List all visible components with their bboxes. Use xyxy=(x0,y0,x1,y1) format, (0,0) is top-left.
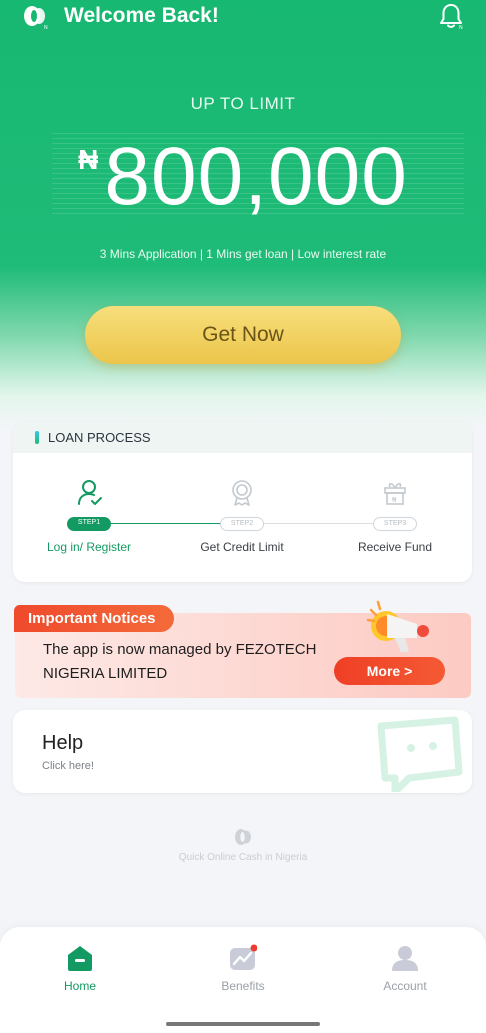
bottom-navigation: Home Benefits Account xyxy=(0,927,486,1033)
home-icon xyxy=(68,946,92,971)
nav-benefits[interactable]: Benefits xyxy=(193,944,293,993)
loan-process-title: LOAN PROCESS xyxy=(48,430,151,445)
nav-account-label: Account xyxy=(383,979,427,993)
bell-icon[interactable]: N xyxy=(438,2,464,30)
svg-text:₦: ₦ xyxy=(392,496,397,504)
loan-process-header: LOAN PROCESS xyxy=(13,422,472,453)
gift-icon: ₦ xyxy=(384,482,406,505)
notice-tag: Important Notices xyxy=(14,605,174,632)
megaphone-icon xyxy=(366,600,429,652)
step-connector-2 xyxy=(263,523,373,524)
nav-benefits-label: Benefits xyxy=(221,979,265,993)
user-icon xyxy=(392,946,418,971)
step-pill-3: STEP3 xyxy=(373,517,417,531)
notice-text: The app is now managed by FEZOTECH NIGER… xyxy=(43,641,317,682)
limit-amount: ₦800,000 xyxy=(0,130,486,224)
welcome-title: Welcome Back! xyxy=(64,4,219,27)
footer-tagline: Quick Online Cash in Nigeria xyxy=(178,852,308,863)
loan-process-card: LOAN PROCESS ₦ STEP1 STEP2 STEP3 Log in/… xyxy=(13,422,472,582)
title-accent-bar xyxy=(35,431,39,444)
more-button[interactable]: More > xyxy=(334,657,445,685)
footer-logo-icon xyxy=(235,829,251,845)
app-header: N Welcome Back! N xyxy=(0,0,486,34)
home-indicator xyxy=(166,1022,320,1026)
help-title: Help xyxy=(42,732,84,754)
step-pill-2: STEP2 xyxy=(220,517,264,531)
help-subtitle: Click here! xyxy=(42,760,94,772)
svg-text:N: N xyxy=(459,25,463,30)
get-now-button[interactable]: Get Now xyxy=(85,306,401,364)
limit-label: UP TO LIMIT xyxy=(190,94,296,113)
step-label-2: Get Credit Limit xyxy=(200,540,284,554)
step-label-3: Receive Fund xyxy=(357,540,433,554)
step-label-1: Log in/ Register xyxy=(46,540,132,554)
step-connector-1 xyxy=(111,523,221,524)
hero-tagline: 3 Mins Application | 1 Mins get loan | L… xyxy=(99,247,387,261)
app-logo-icon: N xyxy=(24,6,48,30)
amount-value: 800,000 xyxy=(104,131,408,222)
nav-home-label: Home xyxy=(63,979,96,993)
user-check-icon xyxy=(78,480,102,505)
chart-icon xyxy=(230,944,257,970)
naira-symbol: ₦ xyxy=(78,144,99,175)
nav-account[interactable]: Account xyxy=(355,944,455,993)
nav-home[interactable]: Home xyxy=(30,944,130,993)
help-card[interactable]: Help Click here! xyxy=(13,710,472,793)
chat-bubble-icon xyxy=(377,716,463,792)
medal-icon xyxy=(232,480,252,506)
svg-text:N: N xyxy=(44,25,48,30)
step-pill-1: STEP1 xyxy=(67,517,111,531)
